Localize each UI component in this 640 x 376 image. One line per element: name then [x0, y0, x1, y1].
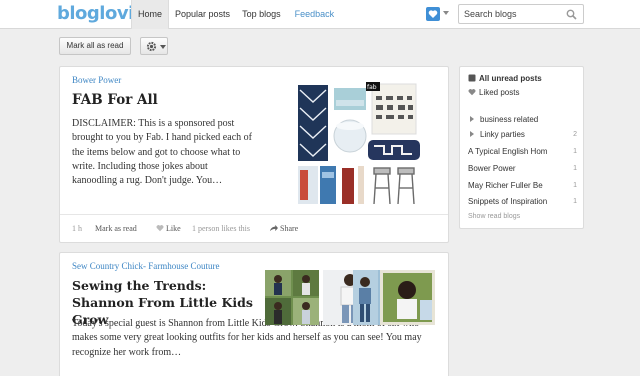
mark-all-read-button[interactable]: Mark all as read — [59, 37, 131, 55]
post-source[interactable]: Bower Power — [72, 75, 121, 85]
chevron-right-icon — [470, 131, 474, 137]
sidebar-blog-item[interactable]: Snippets of Inspiration — [468, 197, 547, 206]
sidebar-item-label: All unread posts — [479, 74, 542, 83]
gear-icon — [146, 41, 157, 52]
unread-count: 1 — [573, 198, 577, 205]
share-label: Share — [280, 224, 299, 233]
sidebar-blog-item[interactable]: Bower Power — [468, 164, 516, 173]
post-image[interactable] — [265, 270, 319, 325]
unread-count: 1 — [573, 182, 577, 189]
search-input[interactable]: Search blogs — [458, 4, 584, 24]
nav-popular-posts[interactable]: Popular posts — [169, 0, 236, 29]
sidebar-blog-item[interactable]: May Richer Fuller Be — [468, 181, 543, 190]
nav-feedback[interactable]: Feedback — [289, 0, 341, 29]
post-time: 1 h — [72, 224, 82, 233]
top-bar: bloglovin' Home Popular posts Top blogs … — [0, 0, 640, 29]
post-title[interactable]: FAB For All — [72, 92, 158, 108]
nav-top-blogs[interactable]: Top blogs — [236, 0, 287, 29]
post-image[interactable] — [380, 270, 435, 325]
post-card: Bower Power FAB For All DISCLAIMER: This… — [59, 66, 449, 243]
heart-icon — [156, 225, 164, 232]
share-icon — [269, 224, 278, 232]
show-read-blogs-link[interactable]: Show read blogs — [468, 213, 520, 220]
sidebar-blog-item[interactable]: A Typical English Hom — [468, 147, 547, 156]
post-card: Sew Country Chick- Farmhouse Couture Sew… — [59, 252, 449, 376]
post-image[interactable]: fab — [262, 80, 438, 207]
sidebar-group-business[interactable]: business related — [468, 115, 538, 124]
nav-home[interactable]: Home — [131, 0, 170, 29]
chevron-down-icon — [160, 45, 166, 49]
sidebar-item-all-unread[interactable]: All unread posts — [468, 74, 542, 83]
fab-logo-text: fab — [367, 84, 377, 91]
search-placeholder: Search blogs — [464, 9, 517, 19]
sidebar-item-label: Liked posts — [479, 88, 520, 97]
sidebar: All unread posts Liked posts business re… — [459, 66, 584, 229]
main-nav: Home Popular posts Top blogs Feedback — [131, 0, 340, 29]
chevron-right-icon — [470, 116, 474, 122]
like-button[interactable]: Like — [156, 215, 181, 242]
unread-count: 1 — [573, 148, 577, 155]
post-footer: 1 h Mark as read Like 1 person likes thi… — [60, 214, 448, 243]
likes-count: 1 person likes this — [192, 224, 250, 233]
heart-icon — [468, 89, 476, 96]
chevron-down-icon[interactable] — [443, 11, 449, 15]
sidebar-item-liked[interactable]: Liked posts — [468, 88, 519, 97]
search-icon[interactable] — [566, 9, 577, 20]
heart-icon — [428, 10, 438, 18]
post-source[interactable]: Sew Country Chick- Farmhouse Couture — [72, 261, 220, 271]
favorites-button[interactable] — [426, 7, 440, 21]
like-label: Like — [166, 224, 181, 233]
sidebar-group-linky[interactable]: Linky parties — [468, 130, 525, 139]
unread-count: 2 — [573, 131, 577, 138]
settings-button[interactable] — [140, 37, 168, 55]
sidebar-item-label: Linky parties — [480, 130, 525, 139]
unread-count: 1 — [573, 165, 577, 172]
post-excerpt: DISCLAIMER: This is a sponsored post bro… — [72, 118, 252, 187]
sidebar-item-label: business related — [480, 115, 539, 124]
share-button[interactable]: Share — [269, 215, 298, 242]
inbox-icon — [468, 74, 476, 82]
mark-as-read-link[interactable]: Mark as read — [95, 215, 137, 242]
